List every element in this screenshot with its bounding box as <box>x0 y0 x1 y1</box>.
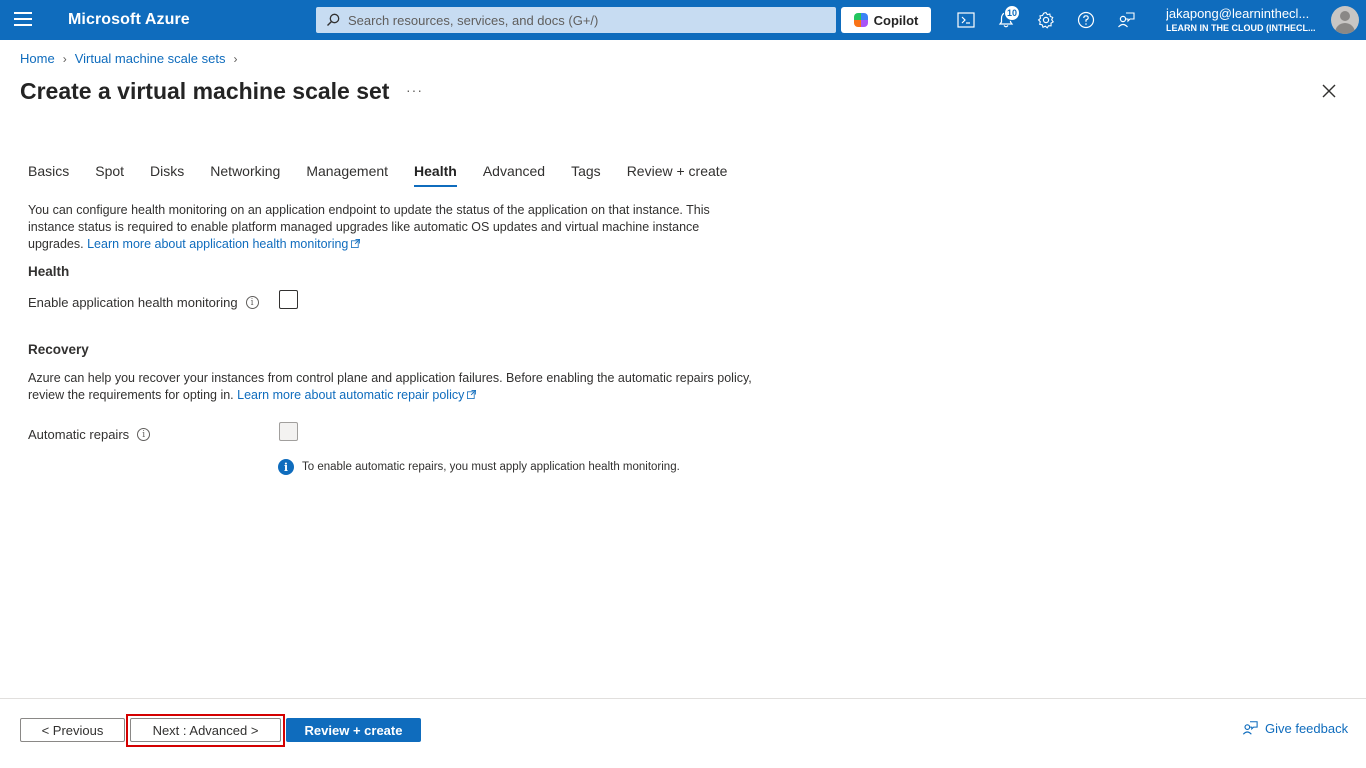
previous-button[interactable]: < Previous <box>20 718 125 742</box>
automatic-repairs-label: Automatic repairs i <box>28 427 151 442</box>
footer-divider <box>0 698 1366 699</box>
hamburger-menu-icon[interactable] <box>14 12 32 28</box>
health-learn-more-link[interactable]: Learn more about application health moni… <box>87 237 361 251</box>
cloud-shell-icon[interactable] <box>956 10 976 30</box>
help-icon[interactable] <box>1076 10 1096 30</box>
automatic-repairs-text: Automatic repairs <box>28 427 130 442</box>
enable-health-monitoring-text: Enable application health monitoring <box>28 295 238 310</box>
page-title: Create a virtual machine scale set <box>20 78 390 104</box>
brand-title[interactable]: Microsoft Azure <box>68 11 190 29</box>
health-description: You can configure health monitoring on a… <box>28 202 758 253</box>
breadcrumb-home[interactable]: Home <box>20 51 55 66</box>
recovery-description: Azure can help you recover your instance… <box>28 370 758 404</box>
tab-disks[interactable]: Disks <box>150 163 184 187</box>
review-create-button[interactable]: Review + create <box>286 718 421 742</box>
copilot-icon <box>853 13 868 27</box>
copilot-button[interactable]: Copilot <box>841 7 931 33</box>
repair-policy-learn-more-link[interactable]: Learn more about automatic repair policy <box>237 388 477 402</box>
info-icon[interactable]: i <box>245 296 259 309</box>
wizard-tabs: Basics Spot Disks Networking Management … <box>28 163 753 187</box>
health-section-title: Health <box>28 264 70 279</box>
account-info[interactable]: jakapong@learninthecl... LEARN IN THE CL… <box>1166 6 1326 33</box>
settings-gear-icon[interactable] <box>1036 10 1056 30</box>
enable-health-monitoring-checkbox[interactable] <box>279 290 298 309</box>
breadcrumb-chevron-icon: › <box>62 51 67 66</box>
tab-basics[interactable]: Basics <box>28 163 69 187</box>
user-name: jakapong@learninthecl... <box>1166 6 1310 21</box>
breadcrumb-chevron-icon: › <box>233 51 238 66</box>
feedback-icon <box>1242 721 1258 735</box>
info-icon[interactable]: i <box>137 428 151 441</box>
external-link-icon <box>351 239 361 248</box>
automatic-repairs-info-note: i To enable automatic repairs, you must … <box>278 459 680 475</box>
enable-health-monitoring-label: Enable application health monitoring i <box>28 295 259 310</box>
notification-count-badge: 10 <box>1004 5 1020 21</box>
next-advanced-button[interactable]: Next : Advanced > <box>130 718 281 742</box>
close-icon[interactable] <box>1320 82 1338 100</box>
automatic-repairs-checkbox[interactable] <box>279 422 298 441</box>
tab-review-create[interactable]: Review + create <box>627 163 728 187</box>
tab-spot[interactable]: Spot <box>95 163 124 187</box>
avatar[interactable] <box>1331 6 1359 34</box>
copilot-label: Copilot <box>873 12 919 28</box>
tab-advanced[interactable]: Advanced <box>483 163 545 187</box>
feedback-person-icon[interactable] <box>1116 10 1136 30</box>
give-feedback-link[interactable]: Give feedback <box>1242 720 1348 736</box>
tab-tags[interactable]: Tags <box>571 163 601 187</box>
tab-health[interactable]: Health <box>414 163 457 187</box>
search-icon <box>326 13 340 27</box>
give-feedback-label: Give feedback <box>1265 720 1349 736</box>
breadcrumb-vmss[interactable]: Virtual machine scale sets <box>75 51 226 66</box>
breadcrumb: Home › Virtual machine scale sets › <box>20 51 237 66</box>
search-box[interactable] <box>316 7 836 33</box>
user-directory: LEARN IN THE CLOUD (INTHECL... <box>1166 23 1316 33</box>
info-filled-icon: i <box>278 459 294 475</box>
external-link-icon <box>467 390 477 399</box>
tab-management[interactable]: Management <box>306 163 388 187</box>
search-input[interactable] <box>348 12 828 28</box>
tab-networking[interactable]: Networking <box>210 163 280 187</box>
info-note-text: To enable automatic repairs, you must ap… <box>302 461 680 473</box>
recovery-section-title: Recovery <box>28 342 89 357</box>
more-options-icon[interactable]: ··· <box>406 82 423 98</box>
top-bar: Microsoft Azure Copilot 10 jakapong@lear… <box>0 0 1366 40</box>
